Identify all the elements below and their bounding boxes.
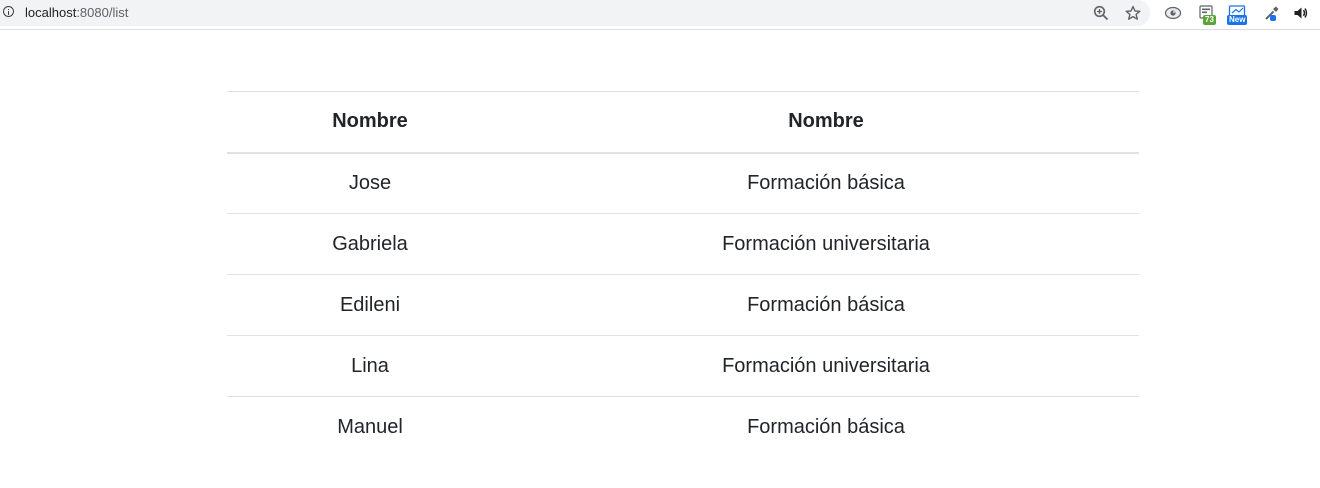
speaker-icon[interactable] <box>1291 3 1311 23</box>
url-host: localhost <box>25 5 77 20</box>
cell-training: Formación básica <box>513 396 1139 458</box>
table-row: Edileni Formación básica <box>227 274 1139 336</box>
table-row: Jose Formación básica <box>227 153 1139 214</box>
url-text[interactable]: localhost:8080/list <box>25 5 128 20</box>
address-bar[interactable]: localhost:8080/list <box>0 0 1150 26</box>
table-body: Jose Formación básica Gabriela Formación… <box>227 153 1139 458</box>
url-path: :8080/list <box>76 5 129 20</box>
people-table: Nombre Nombre Jose Formación básica Gabr… <box>227 91 1139 458</box>
column-header-training: Nombre <box>513 91 1139 154</box>
cell-training: Formación universitaria <box>513 213 1139 275</box>
extension-new-icon[interactable]: New <box>1227 3 1248 25</box>
table-header-row: Nombre Nombre <box>227 91 1139 154</box>
cell-training: Formación básica <box>513 274 1139 336</box>
cell-name: Lina <box>227 335 513 397</box>
extension-badge-dot <box>1270 15 1276 21</box>
table-row: Gabriela Formación universitaria <box>227 213 1139 275</box>
cell-name: Gabriela <box>227 213 513 275</box>
extension-badge: 73 <box>1203 15 1216 25</box>
extension-eye-icon[interactable] <box>1163 3 1183 23</box>
info-icon[interactable] <box>3 6 14 17</box>
table-header: Nombre Nombre <box>227 91 1139 154</box>
cell-name: Edileni <box>227 274 513 336</box>
cell-name: Jose <box>348 171 392 194</box>
cell-training: Formación básica <box>747 171 905 194</box>
cell-name: Manuel <box>227 396 513 458</box>
zoom-icon[interactable] <box>1091 3 1111 23</box>
column-header-name: Nombre <box>227 91 513 154</box>
extension-badge: New <box>1227 15 1248 25</box>
browser-toolbar: localhost:8080/list 73 New <box>0 0 1320 30</box>
eyedropper-icon[interactable] <box>1262 3 1282 23</box>
table-row: Manuel Formación básica <box>227 396 1139 458</box>
bookmark-star-icon[interactable] <box>1123 3 1143 23</box>
cell-training: Formación universitaria <box>513 335 1139 397</box>
extension-counter-icon[interactable]: 73 <box>1197 3 1217 25</box>
table-row: Lina Formación universitaria <box>227 335 1139 397</box>
